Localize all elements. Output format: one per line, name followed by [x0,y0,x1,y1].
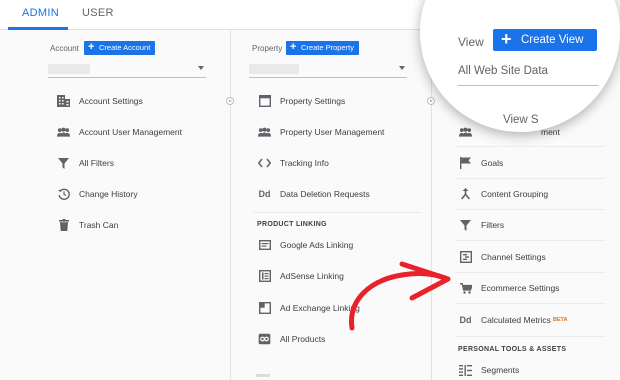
item-label: Ecommerce Settings [481,283,560,293]
people-icon [57,126,70,139]
item-label: Account Settings [79,96,143,106]
fork-icon [459,188,472,201]
filter-icon [459,219,472,232]
tab-admin[interactable]: ADMIN [22,7,59,19]
account-user-management-item[interactable]: Account User Management [57,120,182,144]
next-item-icon-partial [256,374,270,377]
flag-icon [459,157,472,170]
item-label: All Products [280,334,326,344]
item-label: Goals [481,158,504,168]
view-selector-underline [458,85,598,86]
item-label: Content Grouping [481,189,549,199]
trash-icon [57,219,70,232]
item-label: Property Settings [280,96,346,106]
row-divider [455,178,605,179]
chevron-down-icon [399,66,405,70]
row-divider [455,146,605,147]
property-user-management-item[interactable]: Property User Management [258,120,384,144]
create-view-label: Create View [521,34,584,46]
item-label: Data Deletion Requests [280,189,370,199]
column-connector-icon [226,97,234,105]
beta-badge: BETA [552,317,568,323]
item-label: Google Ads Linking [280,240,354,250]
change-history-item[interactable]: Change History [57,182,138,206]
people-icon [258,126,271,139]
data-deletion-requests-item[interactable]: Dd Data Deletion Requests [258,182,370,206]
content-grouping-item[interactable]: Content Grouping [459,182,548,206]
item-label: Tracking Info [280,158,329,168]
annotation-arrow-icon [349,261,451,331]
building-icon [57,95,70,108]
property-settings-item[interactable]: Property Settings [258,89,345,113]
section-divider [455,336,605,337]
tracking-info-item[interactable]: Tracking Info [258,151,329,175]
chevron-down-icon [198,66,204,70]
item-label: Trash Can [79,220,119,230]
channel-settings-item[interactable]: Channel Settings [459,245,546,269]
property-selector-value [249,64,299,74]
row-divider [455,209,605,210]
section-divider [252,212,422,213]
calculated-metrics-item[interactable]: Dd Calculated Metrics BETA [459,308,568,332]
column-connector-icon [427,97,435,105]
item-label: Calculated Metrics [481,315,551,325]
account-label: Account [50,44,79,53]
plus-icon: + [501,29,512,49]
filter-icon [57,157,70,170]
item-label: Channel Settings [481,252,546,262]
tab-user[interactable]: USER [82,7,114,19]
item-label: Account User Management [79,127,182,137]
item-label: Segments [481,365,520,375]
link-icon [258,333,271,346]
all-products-item[interactable]: All Products [258,327,325,351]
ecommerce-settings-item[interactable]: Ecommerce Settings [459,276,559,300]
create-account-button[interactable]: + Create Account [84,41,156,55]
dd-icon: Dd [258,189,271,199]
item-label: Filters [481,220,505,230]
view-selector-value[interactable]: All Web Site Data [458,65,548,77]
item-label: All Filters [79,158,114,168]
ads-icon [258,239,271,252]
product-linking-heading: PRODUCT LINKING [257,221,327,228]
column-divider [230,30,231,380]
segments-icon [459,364,472,377]
create-property-label: Create Property [301,43,354,52]
segments-item[interactable]: Segments [459,358,519,380]
window-icon [258,95,271,108]
property-selector[interactable] [249,62,407,78]
account-settings-item[interactable]: Account Settings [57,89,143,113]
create-account-label: Create Account [99,43,151,52]
adsense-icon [258,270,271,283]
filters-item[interactable]: Filters [459,213,504,237]
create-view-button[interactable]: + Create View [493,29,597,51]
account-selector[interactable] [48,62,206,78]
item-label: Property User Management [280,127,385,137]
plus-icon: + [88,41,95,53]
item-label: Change History [79,189,138,199]
view-label: View [458,35,484,49]
trash-can-item[interactable]: Trash Can [57,213,118,237]
property-label: Property [252,44,283,53]
create-property-button[interactable]: + Create Property [286,41,359,55]
view-settings-partial: View S [503,114,539,126]
all-filters-item[interactable]: All Filters [57,151,114,175]
row-divider [455,272,605,273]
account-selector-value [48,64,90,74]
history-icon [57,188,70,201]
plus-icon: + [290,41,297,53]
people-icon [459,126,472,139]
row-divider [455,240,605,241]
personal-tools-heading: PERSONAL TOOLS & ASSETS [458,346,567,353]
goals-item[interactable]: Goals [459,151,503,175]
row-divider [455,303,605,304]
ad-exchange-icon [258,302,271,315]
code-icon [258,157,271,170]
